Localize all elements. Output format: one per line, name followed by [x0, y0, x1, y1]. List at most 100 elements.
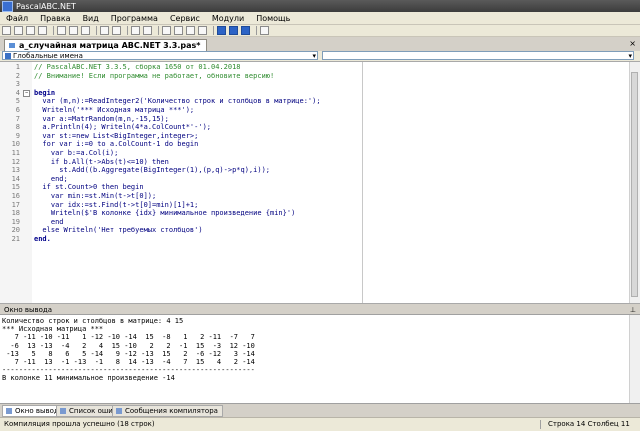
namespace-icon	[5, 53, 11, 59]
line-number: 1	[15, 63, 20, 71]
code-line: 5 var (m,n):=ReadInteger2('Количество ст…	[0, 97, 640, 106]
line-number: 10	[11, 140, 20, 149]
toolbar-separator	[256, 26, 257, 35]
code-text: var min:=st.Min(t->t[0]);	[34, 192, 157, 200]
code-text: var idx:=st.Find(t->t[0]=min)[1]+1;	[34, 200, 199, 209]
code-line: 18 Writeln($'В колонке {idx} минимальное…	[0, 209, 640, 218]
line-number: 11	[11, 149, 20, 157]
code-line: 13 st.Add((b.Aggregate(BigInteger(1),(p,…	[0, 166, 640, 175]
paste-icon[interactable]	[81, 26, 90, 35]
run-icon[interactable]	[131, 26, 140, 35]
line-number: 19	[11, 217, 20, 226]
app-icon	[2, 0, 13, 12]
code-text: Writeln($'В колонке {idx} минимальное пр…	[34, 209, 296, 218]
output-panel-header: Окно вывода ⊥	[0, 305, 640, 315]
global-names-select[interactable]: Глобальные имена ▾	[2, 51, 318, 60]
output-window[interactable]: Количество строк и столбцов в матрице: 4…	[0, 315, 640, 403]
line-number: 14	[11, 174, 20, 183]
fold-toggle-icon[interactable]: −	[23, 89, 30, 97]
redo-icon[interactable]	[112, 26, 121, 35]
code-line: 3	[0, 80, 640, 89]
editor-scrollbar[interactable]	[629, 62, 640, 303]
toolbar-separator	[158, 26, 159, 35]
breakpoint-icon[interactable]	[229, 26, 238, 35]
tab-compiler-messages[interactable]: Сообщения компилятора	[112, 405, 223, 417]
new-file-icon[interactable]	[2, 26, 11, 35]
line-number: 9	[15, 131, 20, 140]
help-icon[interactable]	[260, 26, 269, 35]
title-bar: PascalABC.NET	[0, 0, 640, 12]
code-text: end;	[34, 174, 68, 183]
line-number: 12	[11, 157, 20, 166]
menu-program[interactable]: Программа	[105, 14, 164, 23]
code-line: 12 if b.All(t->Abs(t)<=10) then	[0, 158, 640, 167]
save-file-icon[interactable]	[26, 26, 35, 35]
status-message: Компиляция прошла успешно (18 строк)	[4, 420, 155, 428]
code-text: if b.All(t->Abs(t)<=10) then	[34, 157, 169, 166]
code-line: 15 if st.Count>0 then begin	[0, 183, 640, 192]
chevron-down-icon: ▾	[312, 52, 316, 60]
output-line: -13 5 8 6 5 -14 9 -12 -13 15 2 -6 -12 3 …	[2, 349, 255, 358]
pin-icon[interactable]: ⊥	[630, 305, 636, 315]
menu-view[interactable]: Вид	[77, 14, 105, 23]
copy-icon[interactable]	[69, 26, 78, 35]
code-text: var b:=a.Col(i);	[34, 149, 119, 157]
menu-modules[interactable]: Модули	[206, 14, 250, 23]
code-text: Writeln('*** Исходная матрица ***');	[34, 106, 195, 114]
output-scrollbar[interactable]	[629, 315, 640, 403]
code-text: for var i:=0 to a.ColCount-1 do begin	[34, 140, 199, 149]
undo-icon[interactable]	[100, 26, 109, 35]
close-tab-icon[interactable]: ×	[629, 39, 636, 48]
save-all-icon[interactable]	[38, 26, 47, 35]
output-panel-title: Окно вывода	[4, 306, 53, 314]
code-text: var a:=MatrRandom(m,n,-15,15);	[34, 114, 169, 123]
output-line: *** Исходная матрица ***	[2, 325, 104, 334]
status-divider	[540, 420, 541, 429]
line-number: 21	[11, 235, 20, 243]
window-title: PascalABC.NET	[16, 1, 76, 11]
code-line: 1 // PascalABC.NET 3.3.5, сборка 1650 от …	[0, 63, 640, 72]
code-line: 17 var idx:=st.Find(t->t[0]=min)[1]+1;	[0, 201, 640, 210]
line-number: 3	[15, 80, 20, 89]
step-out-icon[interactable]	[198, 26, 207, 35]
line-number: 2	[15, 71, 20, 80]
code-text: a.Println(4); Writeln(4*a.ColCount*'-');	[34, 123, 212, 132]
menu-edit[interactable]: Правка	[34, 14, 76, 23]
tab-label: a_случайная матрица ABC.NET 3.3.pas*	[19, 41, 201, 50]
output-line: В колонке 11 минимальное произведение -1…	[2, 374, 175, 383]
tab-current-file[interactable]: a_случайная матрица ABC.NET 3.3.pas*	[4, 39, 208, 51]
code-line: 21 end.	[0, 235, 640, 244]
menu-service[interactable]: Сервис	[164, 14, 206, 23]
scrollbar-thumb[interactable]	[631, 72, 638, 297]
open-file-icon[interactable]	[14, 26, 23, 35]
output-line: -6 13 -13 -4 2 4 15 -10 2 2 -1 15 -3 12 …	[2, 341, 255, 350]
stop-icon[interactable]	[143, 26, 152, 35]
code-text: begin	[34, 88, 56, 97]
code-line: 2 // Внимание! Если программа не работает…	[0, 72, 640, 81]
cut-icon[interactable]	[57, 26, 66, 35]
menu-file[interactable]: Файл	[0, 14, 34, 23]
code-text: else Writeln('Нет требуемых столбцов')	[34, 226, 203, 235]
code-text: end	[34, 217, 64, 226]
code-line: 11 var b:=a.Col(i);	[0, 149, 640, 158]
output-line: ----------------------------------------…	[2, 366, 255, 375]
bottom-tabs: Окно вывода Список ошибок Сообщения комп…	[0, 403, 640, 417]
step-over-icon[interactable]	[186, 26, 195, 35]
code-line: 14 end;	[0, 175, 640, 184]
cursor-position: Строка 14 Столбец 11	[548, 420, 630, 428]
global-names-value: Глобальные имена	[13, 52, 83, 60]
line-number: 18	[11, 209, 20, 218]
code-editor[interactable]: 1 // PascalABC.NET 3.3.5, сборка 1650 от …	[0, 61, 640, 304]
toolbar-separator	[213, 26, 214, 35]
line-number: 15	[11, 183, 20, 192]
debug-icon[interactable]	[162, 26, 171, 35]
code-line: 20 else Writeln('Нет требуемых столбцов'…	[0, 226, 640, 235]
code-text: var st:=new List<BigInteger,integer>;	[34, 131, 199, 140]
line-number: 6	[15, 106, 20, 114]
line-number: 17	[11, 200, 20, 209]
step-into-icon[interactable]	[174, 26, 183, 35]
members-select[interactable]: ▾	[322, 51, 634, 60]
watch-icon[interactable]	[241, 26, 250, 35]
format-icon[interactable]	[217, 26, 226, 35]
menu-help[interactable]: Помощь	[250, 14, 296, 23]
